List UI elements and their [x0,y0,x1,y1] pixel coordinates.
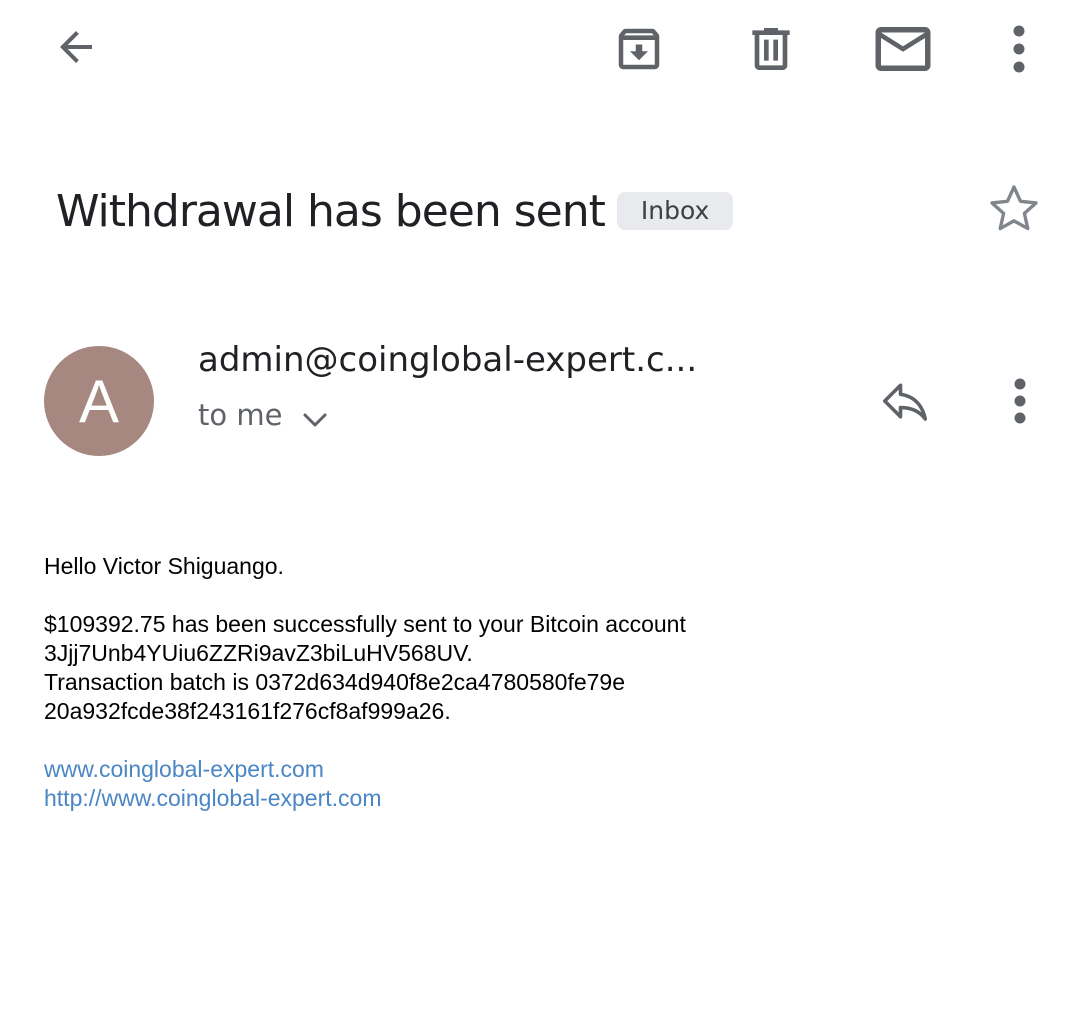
reply-icon [882,383,928,421]
more-options-button[interactable] [998,16,1040,82]
chevron-down-icon [303,413,327,427]
more-vert-icon [1013,25,1025,73]
message-more-options-button[interactable] [1000,370,1040,432]
greeting: Hello Victor Shiguango. [44,553,284,579]
recipient-details-toggle[interactable]: to me [198,398,328,432]
transaction-hash-line: 20a932fcde38f243161f276cf8af999a26. [44,698,451,724]
email-subject: Withdrawal has been sent [56,185,606,237]
website-url-link[interactable]: http://www.coinglobal-expert.com [44,784,1004,813]
body-line: Transaction batch is 0372d634d940f8e2ca4… [44,669,626,695]
back-arrow-icon [60,31,92,63]
back-button[interactable] [44,16,108,78]
inbox-label-chip[interactable]: Inbox [616,192,734,230]
star-button[interactable] [982,178,1046,240]
recipient-label: to me [198,398,283,432]
body-line: $109392.75 has been successfully sent to… [44,611,686,637]
bitcoin-address: 3Jjj7Unb4YUiu6ZZRi9avZ3biLuHV568UV. [44,640,473,666]
archive-button[interactable] [606,16,672,82]
email-body: Hello Victor Shiguango. $109392.75 has b… [44,552,1004,813]
website-link[interactable]: www.coinglobal-expert.com [44,755,1004,784]
mark-unread-button[interactable] [868,18,938,80]
trash-icon [752,28,790,70]
archive-icon [618,28,660,70]
sender-avatar[interactable]: A [44,346,154,456]
more-vert-icon [1014,378,1026,424]
star-outline-icon [990,185,1038,231]
reply-button[interactable] [872,370,938,432]
delete-button[interactable] [740,16,802,82]
sender-address[interactable]: admin@coinglobal-expert.c... [198,340,697,380]
mail-icon [875,27,931,71]
subject-row: Withdrawal has been sent Inbox [56,178,734,244]
